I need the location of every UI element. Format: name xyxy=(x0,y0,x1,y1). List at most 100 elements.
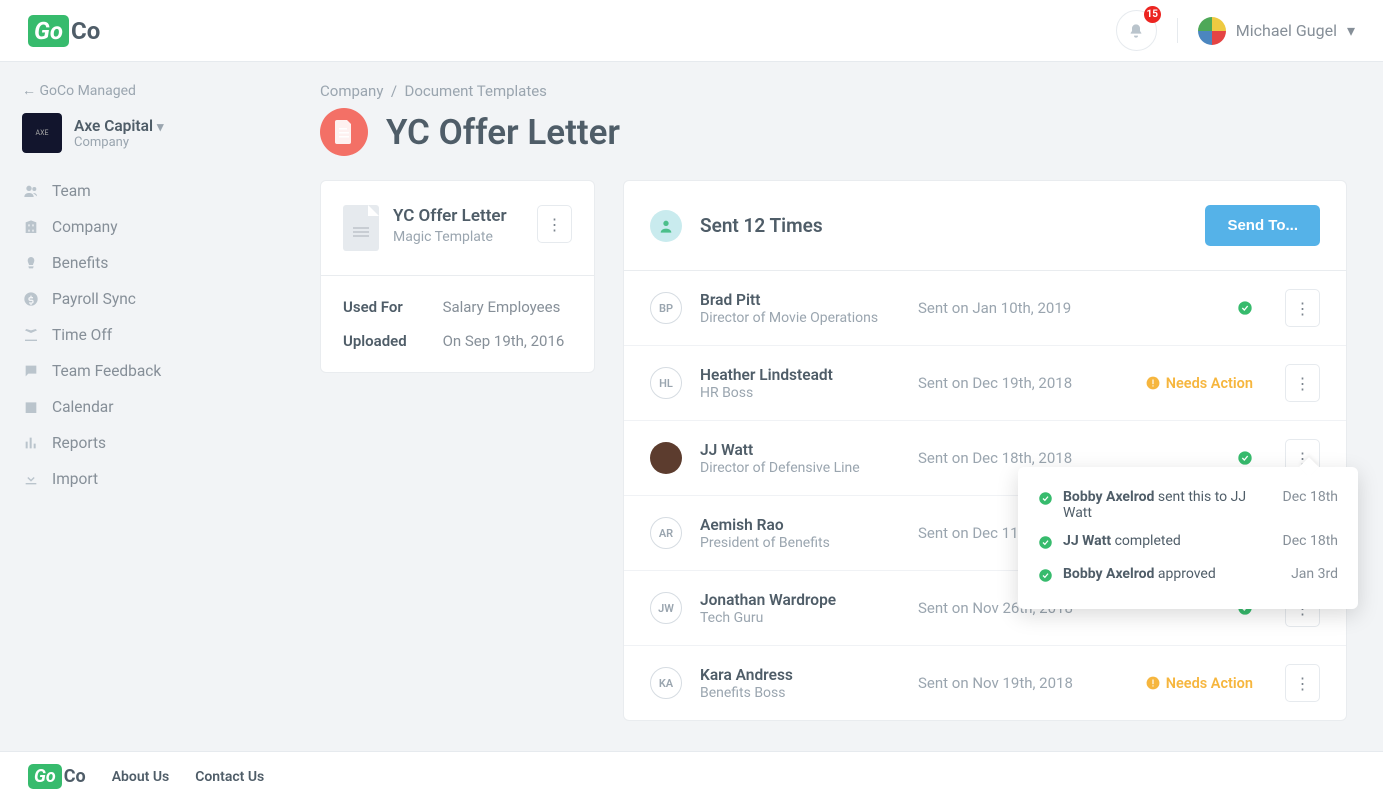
calendar-icon xyxy=(22,399,40,415)
logo[interactable]: GoCo xyxy=(28,17,100,45)
time-off-icon xyxy=(22,327,40,343)
nav-item-benefits[interactable]: Benefits xyxy=(22,245,236,281)
person-icon xyxy=(650,210,682,242)
recipient-name: Heather Lindsteadt xyxy=(700,366,900,384)
recipient-role: President of Benefits xyxy=(700,535,900,551)
page-title: YC Offer Letter xyxy=(386,112,620,153)
recipient-row: HL Heather LindsteadtHR Boss Sent on Dec 1… xyxy=(624,346,1346,421)
recipient-name: Kara Andress xyxy=(700,666,900,684)
avatar: BP xyxy=(650,292,682,324)
alert-icon xyxy=(1146,676,1160,690)
row-more-button[interactable]: ⋮ xyxy=(1285,289,1320,327)
recipient-role: Tech Guru xyxy=(700,610,900,626)
user-menu[interactable]: Michael Gugel ▾ xyxy=(1198,17,1355,45)
doc-name: YC Offer Letter xyxy=(393,205,523,227)
avatar: KA xyxy=(650,667,682,699)
chevron-down-icon: ▾ xyxy=(157,120,164,135)
status-needs-action: Needs Action xyxy=(1146,675,1253,692)
sent-list-card: Sent 12 Times Send To... BPBrad PittDire… xyxy=(623,180,1347,721)
recipient-role: HR Boss xyxy=(700,385,900,401)
reports-icon xyxy=(22,435,40,451)
nav-list: TeamCompanyBenefitsPayroll SyncTime OffT… xyxy=(22,173,236,497)
company-icon xyxy=(22,219,40,235)
sent-date: Sent on Dec 18th, 2018 xyxy=(918,449,1219,467)
footer-logo[interactable]: GoCo xyxy=(28,766,86,787)
company-label: Company xyxy=(74,135,164,150)
sent-date: Sent on Nov 19th, 2018 xyxy=(918,674,1128,692)
activity-item: Bobby Axelrod sent this to JJ WattDec 18… xyxy=(1038,483,1338,527)
list-title: Sent 12 Times xyxy=(700,214,823,237)
chevron-down-icon: ▾ xyxy=(1347,21,1355,40)
recipient-role: Benefits Boss xyxy=(700,685,900,701)
notif-badge: 15 xyxy=(1144,6,1161,23)
avatar: JW xyxy=(650,592,682,624)
user-avatar xyxy=(1198,17,1226,45)
more-button[interactable]: ⋮ xyxy=(537,205,572,243)
send-to-button[interactable]: Send To... xyxy=(1205,205,1320,246)
activity-date: Jan 3rd xyxy=(1291,566,1338,582)
recipient-role: Director of Defensive Line xyxy=(700,460,900,476)
sent-date: Sent on Dec 19th, 2018 xyxy=(918,374,1128,392)
company-logo: AXE xyxy=(22,113,62,153)
main-content: Company / Document Templates YC Offer Le… xyxy=(258,62,1383,751)
nav-item-payroll-sync[interactable]: Payroll Sync xyxy=(22,281,236,317)
notifications-button[interactable]: 15 xyxy=(1116,10,1157,51)
check-circle-icon xyxy=(1237,450,1253,466)
back-goco-managed[interactable]: ← GoCo Managed xyxy=(22,82,236,99)
row-more-button[interactable]: ⋮ xyxy=(1285,364,1320,402)
check-circle-icon xyxy=(1237,300,1253,316)
nav-item-reports[interactable]: Reports xyxy=(22,425,236,461)
breadcrumb: Company / Document Templates xyxy=(320,82,1347,100)
activity-item: Bobby Axelrod approvedJan 3rd xyxy=(1038,560,1338,593)
status-needs-action: Needs Action xyxy=(1146,375,1253,392)
check-circle-icon xyxy=(1038,568,1053,587)
activity-date: Dec 18th xyxy=(1283,533,1338,549)
nav-item-team[interactable]: Team xyxy=(22,173,236,209)
logo-mark: Go xyxy=(28,15,69,47)
bell-icon xyxy=(1128,23,1144,39)
company-selector[interactable]: AXE Axe Capital ▾ Company xyxy=(22,113,236,153)
recipient-name: Brad Pitt xyxy=(700,291,900,309)
avatar xyxy=(650,442,682,474)
recipient-row: KA Kara AndressBenefits Boss Sent on Nov 1… xyxy=(624,646,1346,720)
row-more-button[interactable]: ⋮ xyxy=(1285,664,1320,702)
document-icon xyxy=(320,108,368,156)
used-for-label: Used For xyxy=(343,298,443,316)
divider xyxy=(1177,18,1178,43)
recipient-row: BP Brad PittDirector of Movie Operations S… xyxy=(624,271,1346,346)
team-feedback-icon xyxy=(22,363,40,379)
nav-item-calendar[interactable]: Calendar xyxy=(22,389,236,425)
payroll-sync-icon xyxy=(22,291,40,307)
app-header: GoCo 15 Michael Gugel ▾ xyxy=(0,0,1383,62)
activity-date: Dec 18th xyxy=(1283,489,1338,505)
recipient-role: Director of Movie Operations xyxy=(700,310,900,326)
file-icon xyxy=(343,205,379,251)
sent-date: Sent on Jan 10th, 2019 xyxy=(918,299,1219,317)
alert-icon xyxy=(1146,376,1160,390)
avatar: HL xyxy=(650,367,682,399)
check-circle-icon xyxy=(1038,491,1053,510)
activity-popover: Bobby Axelrod sent this to JJ WattDec 18… xyxy=(1018,467,1358,609)
nav-item-import[interactable]: Import xyxy=(22,461,236,497)
contact-us-link[interactable]: Contact Us xyxy=(195,769,264,785)
logo-tail: Co xyxy=(71,17,100,45)
used-for-value: Salary Employees xyxy=(443,298,572,316)
status-ok xyxy=(1237,300,1253,316)
nav-item-company[interactable]: Company xyxy=(22,209,236,245)
nav-item-team-feedback[interactable]: Team Feedback xyxy=(22,353,236,389)
about-us-link[interactable]: About Us xyxy=(112,769,170,785)
crumb-company[interactable]: Company xyxy=(320,82,383,100)
recipient-name: Aemish Rao xyxy=(700,516,900,534)
benefits-icon xyxy=(22,255,40,271)
uploaded-label: Uploaded xyxy=(343,332,443,350)
status-ok xyxy=(1237,450,1253,466)
doc-sub: Magic Template xyxy=(393,229,523,245)
check-circle-icon xyxy=(1038,535,1053,554)
uploaded-value: On Sep 19th, 2016 xyxy=(443,332,572,350)
activity-item: JJ Watt completedDec 18th xyxy=(1038,527,1338,560)
avatar: AR xyxy=(650,517,682,549)
crumb-doc-templates[interactable]: Document Templates xyxy=(405,82,547,100)
recipient-name: JJ Watt xyxy=(700,441,900,459)
nav-item-time-off[interactable]: Time Off xyxy=(22,317,236,353)
company-name: Axe Capital xyxy=(74,117,153,135)
